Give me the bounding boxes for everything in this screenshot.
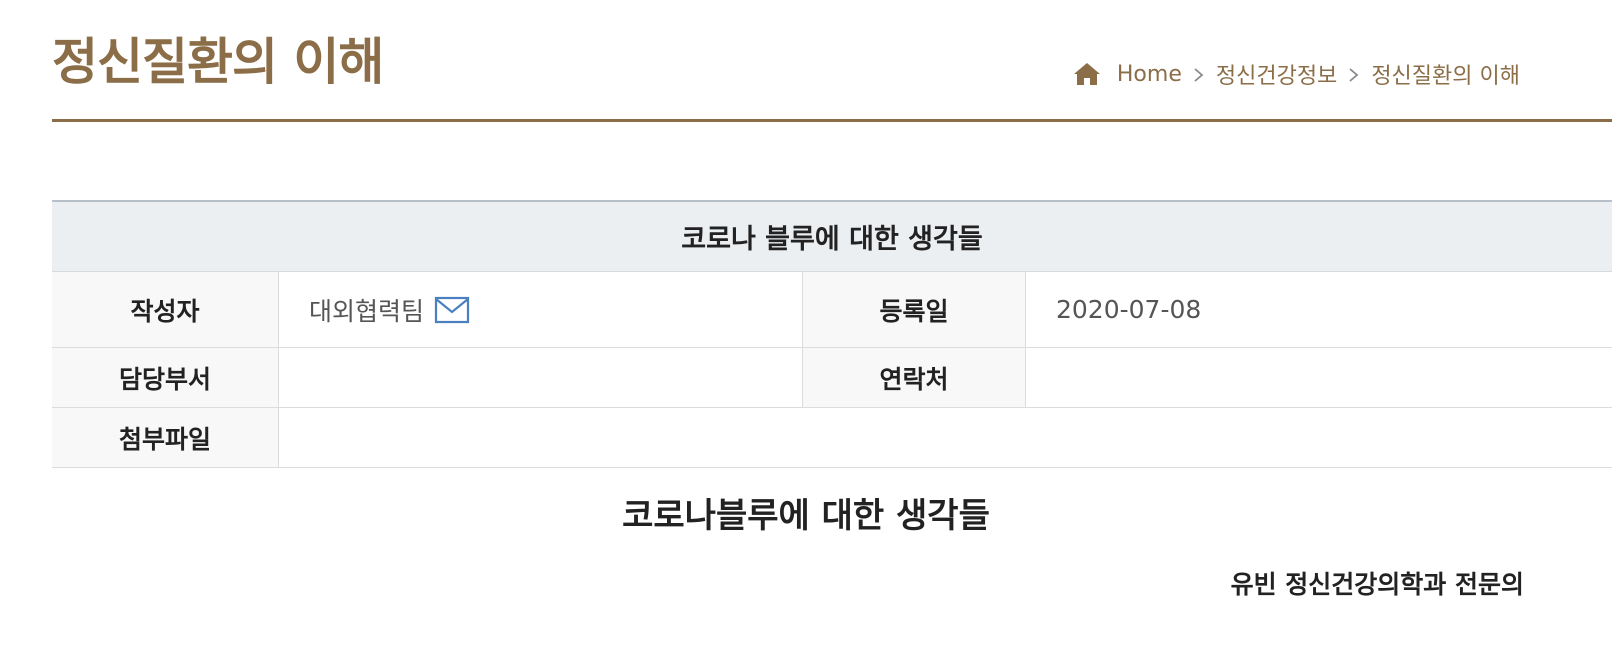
chevron-right-icon	[1349, 68, 1359, 82]
department-value	[279, 348, 802, 407]
chevron-right-icon	[1194, 68, 1204, 82]
page-title: 정신질환의 이해	[52, 33, 384, 91]
attachment-value	[279, 408, 1612, 467]
department-label: 담당부서	[52, 348, 279, 407]
table-row: 작성자 대외협력팀 등록일 2020-07-08	[52, 272, 1612, 348]
table-row: 담당부서 연락처	[52, 348, 1612, 408]
contact-value	[1026, 348, 1612, 407]
attachment-label: 첨부파일	[52, 408, 279, 467]
author-label: 작성자	[52, 272, 279, 347]
breadcrumb-current[interactable]: 정신질환의 이해	[1371, 58, 1520, 90]
breadcrumb: Home 정신건강정보 정신질환의 이해	[1073, 58, 1520, 90]
breadcrumb-level1-link[interactable]: 정신건강정보	[1216, 58, 1337, 90]
post-info-table: 코로나 블루에 대한 생각들 작성자 대외협력팀 등록일 2020-07-08 …	[52, 200, 1612, 468]
home-icon[interactable]	[1073, 61, 1101, 87]
content-heading: 코로나블루에 대한 생각들	[622, 496, 990, 536]
contact-label: 연락처	[802, 348, 1026, 407]
breadcrumb-home-link[interactable]: Home	[1117, 62, 1182, 87]
table-row: 첨부파일	[52, 408, 1612, 468]
date-value: 2020-07-08	[1056, 295, 1202, 324]
title-divider	[52, 119, 1612, 122]
author-cell: 대외협력팀	[279, 272, 802, 347]
post-subject: 코로나 블루에 대한 생각들	[52, 202, 1612, 272]
author-value: 대외협력팀	[309, 296, 425, 326]
mail-icon[interactable]	[434, 295, 470, 325]
content-author-line: 유빈 정신건강의학과 전문의	[1230, 570, 1524, 599]
date-label: 등록일	[802, 272, 1026, 347]
